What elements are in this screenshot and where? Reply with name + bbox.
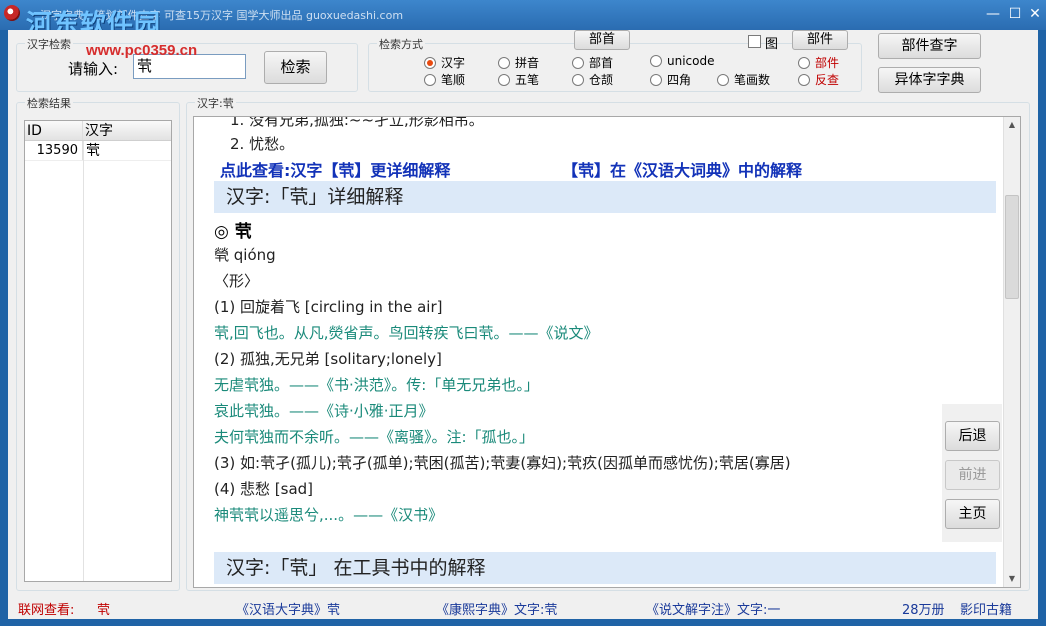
ancient-books-link[interactable]: 影印古籍: [960, 599, 1012, 618]
scroll-up-icon[interactable]: ▲: [1004, 117, 1020, 133]
hanyu-dazidian-link[interactable]: 《汉语大字典》茕: [236, 599, 340, 618]
app-logo-icon: [4, 5, 20, 21]
quote-1: 茕,回飞也。从凡,熒省声。鸟回转疾飞曰茕。——《说文》: [214, 324, 599, 342]
results-header: ID 汉字: [25, 121, 171, 141]
definition-partial: 1. 没有兄弟,孤独:~~孑立,形影相吊。: [230, 116, 484, 129]
radio-sijiao[interactable]: 四角: [650, 71, 691, 88]
radio-unicode[interactable]: unicode: [650, 54, 714, 68]
radio-dot: [498, 73, 510, 86]
radio-dot: [498, 56, 510, 69]
scroll-down-icon[interactable]: ▼: [1004, 571, 1020, 587]
definition-item-2: 2. 忧愁。: [230, 135, 295, 153]
radio-label: 笔画数: [734, 73, 771, 87]
image-checkbox[interactable]: [748, 35, 761, 48]
search-button[interactable]: 检索: [264, 51, 327, 84]
pinyin-line: 煢 qióng: [214, 246, 276, 264]
radio-dot: [650, 73, 662, 86]
title-bar: 汉字宝典 · 笔划部件查字 可查15万汉字 国学大师出品 guoxuedashi…: [0, 0, 1046, 40]
column-header-id[interactable]: ID: [25, 121, 83, 140]
back-button[interactable]: 后退: [945, 421, 1000, 451]
radio-dot: [572, 73, 584, 86]
definition-2: (2) 孤独,无兄弟 [solitary;lonely]: [214, 350, 442, 368]
table-row[interactable]: 13590 茕: [25, 141, 171, 161]
section-title-detail: 汉字:「茕」详细解释: [214, 181, 996, 213]
watermark-url: www.pc0359.cn: [86, 42, 198, 59]
radio-bujian[interactable]: 部件: [798, 54, 839, 71]
home-button[interactable]: 主页: [945, 499, 1000, 529]
main-client-area: 汉字检索 请输入: 茕 检索 检索方式 部首 图 部件 汉字 拼音 部首 uni…: [8, 30, 1038, 619]
head-character: ◎ 茕: [214, 222, 252, 242]
books-count-link[interactable]: 28万册: [902, 599, 945, 618]
online-char-link[interactable]: 茕: [97, 599, 110, 618]
definition-viewer[interactable]: 1. 没有兄弟,孤独:~~孑立,形影相吊。 2. 忧愁。 点此查看:汉字【茕】更…: [193, 116, 1021, 588]
minimize-button[interactable]: —: [982, 4, 1004, 24]
scroll-thumb[interactable]: [1005, 195, 1019, 299]
radio-dot: [650, 55, 662, 67]
radio-label: 部件: [815, 56, 840, 70]
radio-label: 笔顺: [441, 73, 466, 87]
radio-label: 四角: [667, 73, 692, 87]
status-bar: 联网查看: 茕 《汉语大字典》茕 《康熙字典》文字:茕 《说文解字注》文字:一 …: [8, 596, 1038, 619]
bushou-button[interactable]: 部首: [574, 30, 630, 50]
quote-5: 神茕茕以遥思兮,...。——《汉书》: [214, 506, 444, 524]
forward-button[interactable]: 前进: [945, 460, 1000, 490]
radio-label: 拼音: [515, 56, 540, 70]
radio-dot: [717, 73, 729, 86]
results-group-legend: 检索结果: [25, 95, 73, 111]
definition-1: (1) 回旋着飞 [circling in the air]: [214, 298, 443, 316]
part-of-speech: 〈形〉: [214, 272, 260, 290]
radio-label: 反查: [815, 73, 840, 87]
quote-4: 夫何茕独而不余听。——《离骚》。注:「孤也。」: [214, 428, 535, 446]
result-id: 13590: [25, 141, 83, 160]
online-label: 联网查看:: [18, 603, 75, 618]
radio-bihuashu[interactable]: 笔画数: [717, 71, 770, 88]
radio-pinyin[interactable]: 拼音: [498, 54, 539, 71]
bujian-button[interactable]: 部件: [792, 30, 848, 50]
maximize-button[interactable]: ☐: [1004, 4, 1026, 24]
radio-dot: [572, 56, 584, 69]
radio-bishun[interactable]: 笔顺: [424, 71, 465, 88]
image-checkbox-label: 图: [765, 37, 779, 52]
result-char: 茕: [86, 143, 100, 159]
radio-dot: [424, 56, 436, 69]
radio-label: unicode: [667, 54, 715, 68]
close-button[interactable]: ✕: [1024, 4, 1046, 24]
radio-wubi[interactable]: 五笔: [498, 71, 539, 88]
method-group-legend: 检索方式: [377, 36, 425, 52]
radio-bushou[interactable]: 部首: [572, 54, 613, 71]
radio-hanzi[interactable]: 汉字: [424, 54, 465, 71]
column-divider: [83, 141, 84, 581]
quote-3: 哀此茕独。——《诗·小雅·正月》: [214, 402, 434, 420]
input-label: 请输入:: [68, 60, 119, 78]
search-group-legend: 汉字检索: [25, 36, 73, 52]
definition-4: (4) 悲愁 [sad]: [214, 480, 314, 498]
radio-dot: [798, 73, 810, 86]
radio-label: 仓颉: [589, 73, 614, 87]
radio-label: 汉字: [441, 56, 466, 70]
variant-dictionary-button[interactable]: 异体字字典: [878, 67, 981, 93]
section-title-reference: 汉字:「茕」 在工具书中的解释: [214, 552, 996, 584]
radio-fancha[interactable]: 反查: [798, 71, 839, 88]
radio-dot: [424, 73, 436, 86]
detail-link[interactable]: 点此查看:汉字【茕】更详细解释: [220, 157, 450, 181]
radio-label: 五笔: [515, 73, 540, 87]
vertical-scrollbar[interactable]: ▲ ▼: [1003, 117, 1020, 587]
component-lookup-button[interactable]: 部件查字: [878, 33, 981, 59]
content-group-legend: 汉字:茕: [195, 95, 236, 111]
radio-cangjie[interactable]: 仓颉: [572, 71, 613, 88]
quote-2: 无虐茕独。——《书·洪范》。传:「单无兄弟也。」: [214, 376, 539, 394]
results-list[interactable]: ID 汉字 13590 茕: [24, 120, 172, 582]
radio-label: 部首: [589, 56, 614, 70]
column-header-char[interactable]: 汉字: [83, 121, 113, 140]
shuowen-link[interactable]: 《说文解字注》文字:一: [646, 599, 780, 618]
definition-3: (3) 如:茕孑(孤儿);茕孑(孤单);茕困(孤苦);茕妻(寡妇);茕疚(因孤单…: [214, 454, 791, 472]
radio-dot: [798, 56, 810, 69]
kangxi-link[interactable]: 《康熙字典》文字:茕: [436, 599, 557, 618]
dadian-link[interactable]: 【茕】在《汉语大词典》中的解释: [562, 157, 802, 181]
